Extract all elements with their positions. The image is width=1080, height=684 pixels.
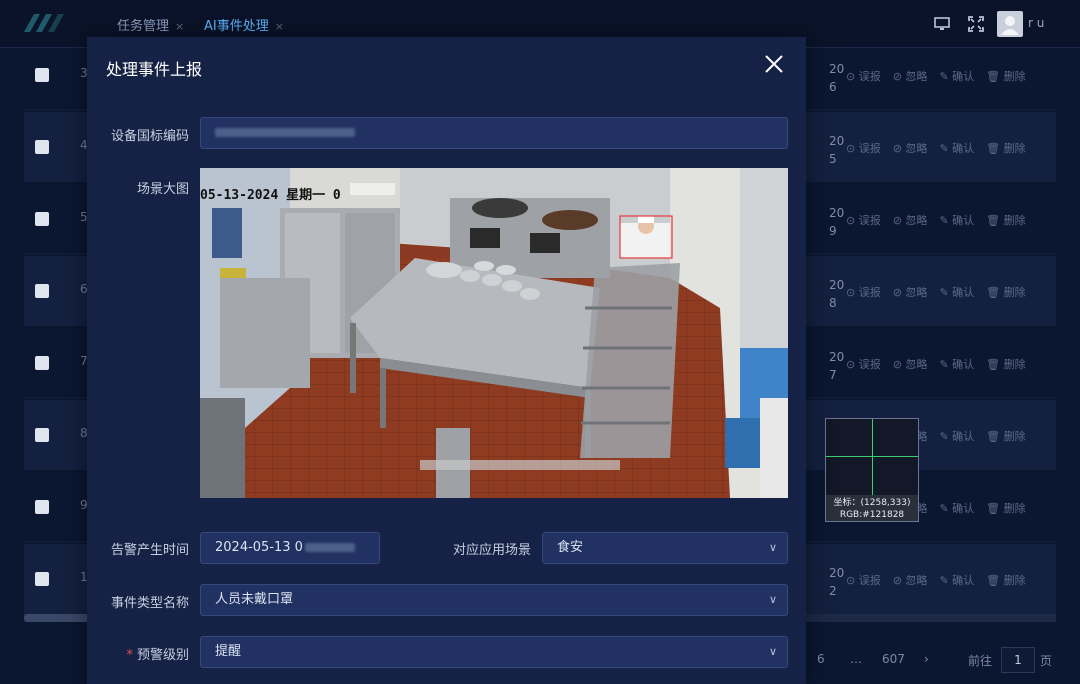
magnifier-info: 坐标：(1258,333) RGB:#121828 <box>826 495 918 521</box>
chevron-down-icon: ∨ <box>768 645 777 658</box>
device-code-label: 设备国标编码 <box>110 129 189 144</box>
row-actions: ⊙ 误报 ⊘ 忽略 ✎ 确认 🗑 删除 <box>846 356 1038 372</box>
confirm-button[interactable]: ✎ 确认 <box>939 142 974 155</box>
dialog-title: 处理事件上报 <box>106 60 203 79</box>
false-report-button[interactable]: ⊙ 误报 <box>846 142 881 155</box>
tab-ai-event-processing[interactable]: AI事件处理 × <box>204 15 284 34</box>
row-checkbox[interactable] <box>35 500 49 514</box>
confirm-button[interactable]: ✎ 确认 <box>939 358 974 371</box>
crosshair-horizontal <box>826 456 918 457</box>
false-report-button[interactable]: ⊙ 误报 <box>846 358 881 371</box>
confirm-button[interactable]: ✎ 确认 <box>939 574 974 587</box>
page-ellipsis[interactable]: … <box>850 652 862 666</box>
ignore-button[interactable]: ⊘ 忽略 <box>893 574 928 587</box>
scene-timestamp: 05-13-2024 星期一 0 <box>200 188 341 203</box>
row-checkbox[interactable] <box>35 140 49 154</box>
page-last[interactable]: 607 <box>882 652 905 666</box>
device-code-field[interactable] <box>200 117 788 149</box>
event-type-label: 事件类型名称 <box>110 596 189 611</box>
row-checkbox[interactable] <box>35 284 49 298</box>
avatar[interactable] <box>997 11 1023 37</box>
redacted-value <box>215 128 355 137</box>
fullscreen-icon[interactable] <box>966 14 986 34</box>
row-actions: ⊙ 误报 ⊘ 忽略 ✎ 确认 🗑 删除 <box>846 68 1038 84</box>
close-icon[interactable] <box>763 53 785 75</box>
confirm-button[interactable]: ✎ 确认 <box>939 286 974 299</box>
app-scene-label: 对应应用场景 <box>452 543 531 558</box>
alert-level-label: * 预警级别 <box>126 648 189 663</box>
false-report-button[interactable]: ⊙ 误报 <box>846 70 881 83</box>
delete-button[interactable]: 🗑 删除 <box>986 286 1025 299</box>
row-actions: ⊙ 误报 ⊘ 忽略 ✎ 确认 🗑 删除 <box>846 572 1038 588</box>
delete-button[interactable]: 🗑 删除 <box>986 358 1025 371</box>
tab-close-icon[interactable]: × <box>275 20 284 33</box>
row-checkbox[interactable] <box>35 68 49 82</box>
alarm-time-label: 告警产生时间 <box>110 543 189 558</box>
false-report-button[interactable]: ⊙ 误报 <box>846 214 881 227</box>
page-suffix: 页 <box>1040 654 1053 668</box>
confirm-button[interactable]: ✎ 确认 <box>939 502 974 515</box>
confirm-button[interactable]: ✎ 确认 <box>939 214 974 227</box>
delete-button[interactable]: 🗑 删除 <box>986 430 1025 443</box>
required-mark: * <box>126 648 133 663</box>
tab-close-icon[interactable]: × <box>175 20 184 33</box>
delete-button[interactable]: 🗑 删除 <box>986 574 1025 587</box>
delete-button[interactable]: 🗑 删除 <box>986 502 1025 515</box>
monitor-icon[interactable] <box>932 14 952 34</box>
kitchen-scene-image <box>200 168 788 498</box>
row-checkbox[interactable] <box>35 572 49 586</box>
row-checkbox[interactable] <box>35 428 49 442</box>
ignore-button[interactable]: ⊘ 忽略 <box>893 214 928 227</box>
row-checkbox[interactable] <box>35 356 49 370</box>
chevron-down-icon: ∨ <box>768 593 777 606</box>
app-scene-select[interactable]: 食安 ∨ <box>542 532 788 564</box>
user-icon <box>1001 16 1019 35</box>
scene-image-label: 场景大图 <box>136 182 189 197</box>
row-actions: ⊙ 误报 ⊘ 忽略 ✎ 确认 🗑 删除 <box>846 140 1038 156</box>
goto-page-input[interactable]: 1 <box>1001 647 1035 673</box>
row-actions: ⊙ 误报 ⊘ 忽略 ✎ 确认 🗑 删除 <box>846 284 1038 300</box>
page-number[interactable]: 6 <box>817 652 825 666</box>
confirm-button[interactable]: ✎ 确认 <box>939 70 974 83</box>
redacted-value <box>304 543 355 552</box>
next-page-icon[interactable]: › <box>924 652 929 666</box>
delete-button[interactable]: 🗑 删除 <box>986 70 1025 83</box>
false-report-button[interactable]: ⊙ 误报 <box>846 574 881 587</box>
chevron-down-icon: ∨ <box>768 541 777 554</box>
alarm-time-field[interactable]: 2024-05-13 0 <box>200 532 380 564</box>
event-report-dialog: 处理事件上报 设备国标编码 场景大图 05-13-2024 星期一 0 告警产生… <box>87 37 806 684</box>
confirm-button[interactable]: ✎ 确认 <box>939 430 974 443</box>
ignore-button[interactable]: ⊘ 忽略 <box>893 358 928 371</box>
tab-task-management[interactable]: 任务管理 × <box>117 15 184 34</box>
scene-image[interactable]: 05-13-2024 星期一 0 <box>200 168 788 498</box>
event-type-select[interactable]: 人员未戴口罩 ∨ <box>200 584 788 616</box>
delete-button[interactable]: 🗑 删除 <box>986 142 1025 155</box>
ignore-button[interactable]: ⊘ 忽略 <box>893 70 928 83</box>
false-report-button[interactable]: ⊙ 误报 <box>846 286 881 299</box>
ignore-button[interactable]: ⊘ 忽略 <box>893 142 928 155</box>
ignore-button[interactable]: ⊘ 忽略 <box>893 286 928 299</box>
logo-icon <box>24 14 64 32</box>
goto-label: 前往 <box>968 654 993 668</box>
username[interactable]: r u <box>1028 16 1044 30</box>
row-checkbox[interactable] <box>35 212 49 226</box>
crosshair-vertical <box>872 419 873 495</box>
row-actions: ⊙ 误报 ⊘ 忽略 ✎ 确认 🗑 删除 <box>846 212 1038 228</box>
pixel-magnifier: 坐标：(1258,333) RGB:#121828 <box>825 418 919 522</box>
delete-button[interactable]: 🗑 删除 <box>986 214 1025 227</box>
alert-level-select[interactable]: 提醒 ∨ <box>200 636 788 668</box>
